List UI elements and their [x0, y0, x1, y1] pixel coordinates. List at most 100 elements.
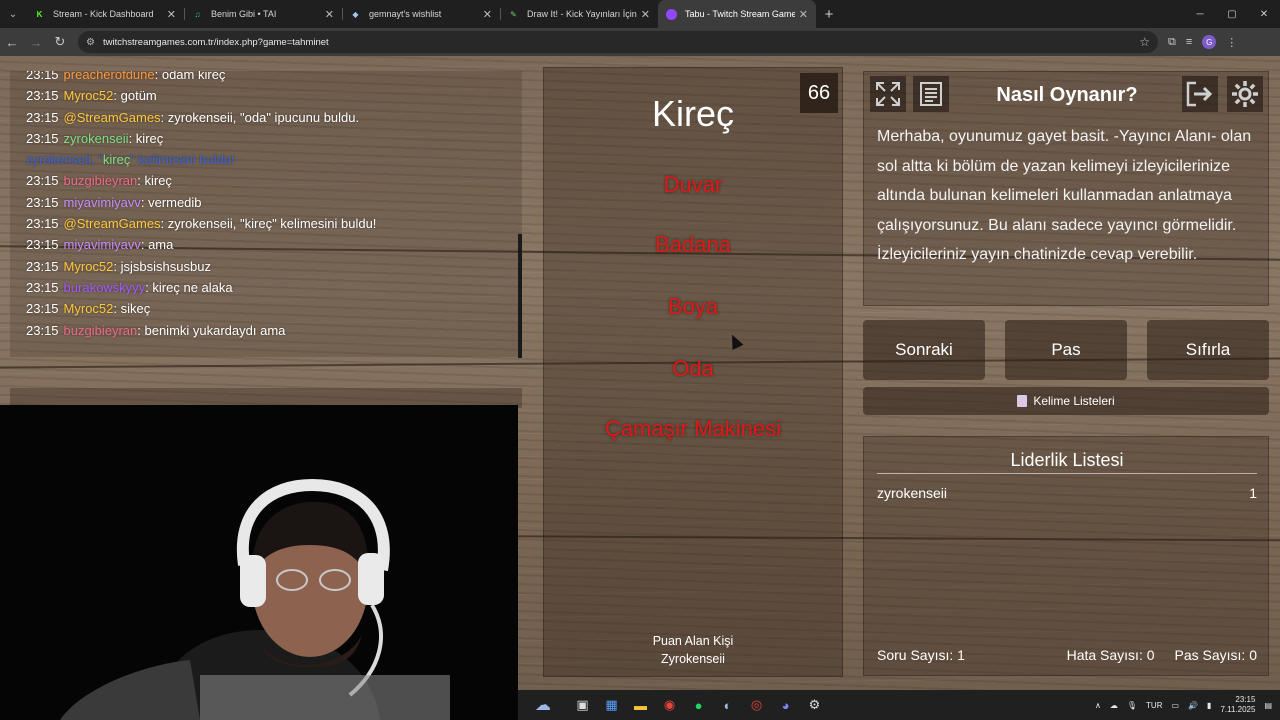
tab-favicon-icon: ♫ — [194, 9, 201, 19]
browser-tab[interactable]: ◆ gemnayt's wishlist ✕ — [342, 0, 500, 28]
reload-button[interactable]: ↻ — [48, 34, 72, 50]
new-tab-button[interactable]: + — [816, 6, 842, 23]
tab-close-icon[interactable]: ✕ — [641, 8, 650, 21]
profile-avatar[interactable]: G — [1202, 35, 1217, 49]
chat-text: : gotüm — [113, 88, 157, 104]
clock-date: 7.11.2025 — [1220, 705, 1256, 714]
leaderboard-row: zyrokenseii 1 — [877, 485, 1257, 501]
minimize-button[interactable]: ─ — [1184, 9, 1216, 20]
chrome-profile-icon[interactable]: ◎ — [742, 690, 771, 720]
chat-scrollbar[interactable] — [518, 234, 522, 358]
chat-username[interactable]: @StreamGames — [64, 110, 161, 125]
browser-tab[interactable]: ✎ Draw It! - Kick Yayınları İçin Çizim ✕ — [500, 0, 658, 28]
word-lists-label: Kelime Listeleri — [1033, 394, 1115, 408]
tab-close-icon[interactable]: ✕ — [167, 8, 176, 21]
widgets-icon[interactable]: ☁ — [518, 690, 568, 720]
chat-username[interactable]: Myroc52 — [64, 88, 114, 103]
chat-text: : kireç — [137, 173, 172, 189]
browser-tab[interactable]: ♫ Benim Gibi • TAI ✕ — [184, 0, 342, 28]
chat-username[interactable]: zyrokenseii, " — [26, 152, 103, 167]
chat-text: : benimki yukardaydı ama — [137, 322, 286, 338]
forward-button[interactable]: → — [24, 35, 48, 50]
bookmark-star-icon[interactable]: ☆ — [1139, 35, 1150, 49]
chat-message: 23:15 zyrokenseii: kireç — [26, 128, 506, 149]
notification-icon[interactable]: ▤ — [1264, 701, 1272, 710]
chat-timestamp: 23:15 — [26, 109, 59, 125]
onedrive-icon[interactable]: ☁ — [1110, 701, 1118, 710]
system-tray: ∧ ☁ 🎙 TUR ▭ 🔊 ▮ 23:15 7.11.2025 ▤ — [1095, 695, 1280, 715]
word-lists-button[interactable]: Kelime Listeleri — [863, 387, 1269, 415]
document-icon[interactable] — [913, 76, 949, 112]
chat-panel: 23:15 preacherofdune: odam kireç 23:15 Myro… — [10, 71, 522, 357]
browser-tab[interactable]: Tabu - Twitch Stream Games ✕ — [658, 0, 816, 28]
store-icon[interactable]: ▦ — [597, 690, 626, 720]
address-bar[interactable]: ⚙ twitchstreamgames.com.tr/index.php?gam… — [78, 31, 1158, 53]
file-explorer-icon[interactable]: ▬ — [626, 690, 655, 720]
back-button[interactable]: ← — [0, 35, 24, 50]
scorer-name: Zyrokenseii — [661, 652, 725, 666]
url-text[interactable]: twitchstreamgames.com.tr/index.php?game=… — [103, 37, 1139, 48]
tab-search-button[interactable]: ⌄ — [0, 0, 26, 28]
chat-username[interactable]: miyavimiyavv — [64, 237, 141, 252]
chat-timestamp: 23:15 — [26, 237, 59, 253]
chat-username[interactable]: Myroc52 — [64, 301, 114, 316]
chat-username[interactable]: @StreamGames — [64, 216, 161, 231]
taboo-word: Duvar — [663, 172, 723, 197]
chat-highlight-word: kireç — [102, 152, 131, 168]
chat-text: : zyrokenseii, "kireç" kelimesini buldu! — [160, 216, 377, 232]
media-controls-icon[interactable]: ≡ — [1186, 36, 1192, 48]
browser-toolbar: ← → ↻ ⚙ twitchstreamgames.com.tr/index.p… — [0, 28, 1280, 56]
question-count: Soru Sayısı: 1 — [877, 647, 965, 663]
how-to-play-text: Merhaba, oyunumuz gayet basit. -Yayıncı … — [877, 128, 1252, 263]
pass-count: Pas Sayısı: 0 — [1174, 647, 1257, 663]
clock-time: 23:15 — [1235, 695, 1256, 704]
chat-username[interactable]: zyrokenseii — [64, 131, 129, 146]
chat-message: 23:15 Myroc52: gotüm — [26, 85, 506, 106]
chat-text: : ama — [140, 237, 174, 253]
leaderboard-panel — [863, 436, 1269, 676]
settings-gear-icon[interactable] — [1227, 76, 1263, 112]
chat-username[interactable]: buzgibieyran — [64, 173, 138, 188]
site-info-icon[interactable]: ⚙ — [86, 37, 95, 48]
exit-icon[interactable] — [1182, 76, 1218, 112]
volume-icon[interactable]: 🔊 — [1188, 701, 1198, 710]
discord-icon[interactable]: ◕ — [771, 690, 800, 720]
spotify-icon[interactable]: ● — [684, 690, 713, 720]
browser-tab[interactable]: K Stream - Kick Dashboard ✕ — [26, 0, 184, 28]
tab-favicon-icon: ◆ — [352, 9, 359, 19]
chat-message: 23:15 Myroc52: jsjsbsishsusbuz — [26, 256, 506, 277]
taboo-word: Oda — [672, 356, 714, 381]
maximize-button[interactable]: ▢ — [1216, 9, 1248, 20]
chat-username[interactable]: Myroc52 — [64, 259, 114, 274]
tab-favicon-icon: K — [36, 9, 43, 19]
chat-username[interactable]: burakowskyyy — [64, 280, 146, 295]
language-indicator[interactable]: TUR — [1146, 701, 1162, 710]
app-icon[interactable]: ⚙ — [800, 690, 829, 720]
error-count: Hata Sayısı: 0 — [1066, 647, 1155, 663]
tab-close-icon[interactable]: ✕ — [483, 8, 492, 21]
chat-timestamp: 23:15 — [26, 301, 59, 317]
taskbar-clock[interactable]: 23:15 7.11.2025 — [1220, 695, 1255, 715]
fullscreen-icon[interactable] — [870, 76, 906, 112]
chat-text: : jsjsbsishsusbuz — [113, 258, 211, 274]
close-window-button[interactable]: ✕ — [1248, 9, 1280, 20]
microphone-icon[interactable]: 🎙 — [1127, 701, 1137, 710]
tray-chevron-icon[interactable]: ∧ — [1095, 701, 1101, 710]
chat-timestamp: 23:15 — [26, 258, 59, 274]
chat-message: 23:15 Myroc52: sikeç — [26, 298, 506, 319]
chat-username[interactable]: miyavimiyavv — [64, 195, 141, 210]
reset-button[interactable]: Sıfırla — [1147, 320, 1269, 380]
tab-close-icon[interactable]: ✕ — [325, 8, 334, 21]
network-icon[interactable]: ▭ — [1172, 701, 1180, 710]
battery-icon[interactable]: ▮ — [1207, 701, 1211, 710]
chat-username[interactable]: preacherofdune — [64, 71, 155, 82]
task-view-icon[interactable]: ▣ — [568, 690, 597, 720]
next-button[interactable]: Sonraki — [863, 320, 985, 380]
extensions-icon[interactable]: ⧉ — [1168, 36, 1176, 49]
tab-close-icon[interactable]: ✕ — [799, 8, 808, 21]
chat-username[interactable]: buzgibieyran — [64, 323, 138, 338]
chrome-icon[interactable]: ◉ — [655, 690, 684, 720]
browser-menu-icon[interactable]: ⋮ — [1226, 36, 1237, 49]
steam-icon[interactable]: ◐ — [713, 690, 742, 720]
pass-button[interactable]: Pas — [1005, 320, 1127, 380]
